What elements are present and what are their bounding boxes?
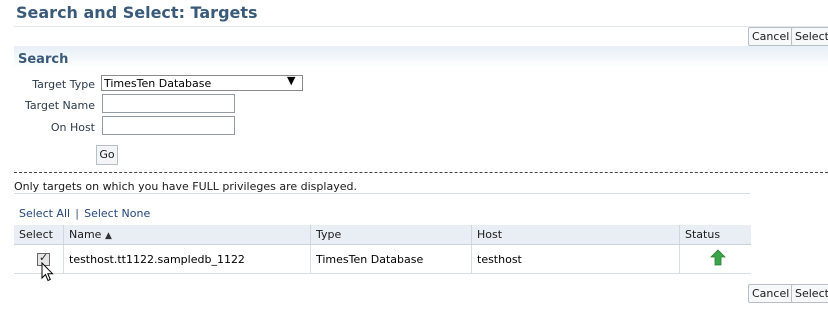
page-title: Search and Select: Targets [16, 3, 258, 22]
select-button-bottom[interactable]: Select [791, 284, 828, 303]
go-button[interactable]: Go [96, 145, 118, 165]
row-status [679, 244, 751, 274]
cancel-button-bottom[interactable]: Cancel [748, 284, 794, 303]
select-all-link[interactable]: Select All [19, 207, 70, 220]
link-separator: | [75, 207, 80, 220]
column-header-host[interactable]: Host [471, 225, 680, 245]
row-select-cell: ✓ [14, 244, 64, 274]
target-type-value: TimesTen Database [104, 77, 212, 90]
selection-links: Select All | Select None [19, 207, 150, 220]
dropdown-arrow-icon[interactable]: ▼ [287, 74, 295, 87]
table-header-row: Select Name ▲ Type Host Status [14, 225, 751, 245]
cancel-button-top[interactable]: Cancel [748, 27, 794, 46]
column-header-name-label: Name [69, 228, 102, 241]
search-section-title: Search [18, 52, 69, 67]
row-host: testhost [471, 244, 680, 274]
select-none-link[interactable]: Select None [84, 207, 150, 220]
column-header-name[interactable]: Name ▲ [63, 225, 311, 245]
row-type: TimesTen Database [310, 244, 472, 274]
sort-ascending-icon[interactable]: ▲ [105, 231, 112, 241]
row-name: testhost.tt1122.sampledb_1122 [63, 244, 311, 274]
status-up-arrow-icon [710, 249, 726, 266]
dashed-separator [14, 172, 828, 173]
target-name-input[interactable] [102, 94, 235, 113]
select-button-top[interactable]: Select [791, 27, 828, 46]
on-host-input[interactable] [102, 116, 235, 135]
column-header-type[interactable]: Type [310, 225, 472, 245]
table-row: ✓ testhost.tt1122.sampledb_1122 TimesTen… [14, 244, 751, 274]
column-header-status[interactable]: Status [679, 225, 751, 245]
search-section-header [14, 46, 828, 68]
privileges-note: Only targets on which you have FULL priv… [14, 180, 357, 193]
target-type-label: Target Type [32, 78, 95, 91]
results-table: Select Name ▲ Type Host Status ✓ testhos… [14, 225, 751, 274]
on-host-label: On Host [50, 121, 95, 134]
column-header-select: Select [14, 225, 64, 245]
note-divider [14, 193, 750, 194]
target-name-label: Target Name [25, 99, 95, 112]
title-divider [14, 26, 828, 27]
mouse-pointer-icon [41, 262, 54, 282]
